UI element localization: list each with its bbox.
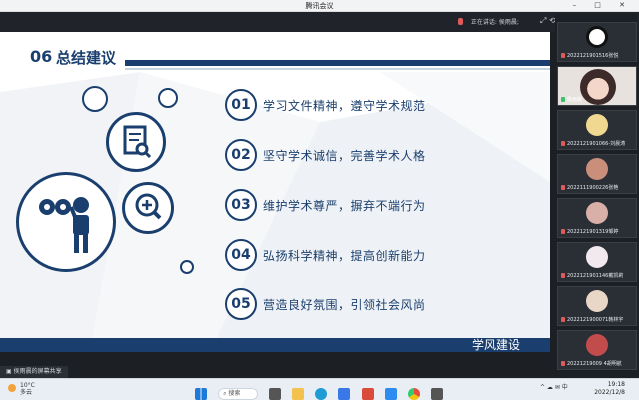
- summary-item-2: 02 坚守学术诚信，完善学术人格: [225, 139, 525, 173]
- item-number: 01: [225, 89, 257, 121]
- participant-name: 2022111900226张艳: [567, 185, 619, 191]
- system-tray[interactable]: ^ ☁ ✉ 中: [540, 382, 568, 391]
- cloud-sun-icon: [8, 384, 16, 392]
- item-text: 弘扬科学精神，提高创新能力: [263, 249, 426, 263]
- decor-ring: [180, 260, 194, 274]
- windows-start-icon[interactable]: [195, 387, 207, 400]
- microphone-icon: [458, 18, 463, 25]
- clock-date: 2022/12/8: [594, 389, 625, 396]
- section-number: 06: [30, 47, 53, 66]
- app-icon[interactable]: [430, 387, 443, 400]
- meeting-top-bar: 正在讲话: 侯雨晨; ⤢ ⟲: [0, 12, 639, 32]
- magnifier-plus-icon: [122, 182, 174, 234]
- item-text: 坚守学术诚信，完善学术人格: [263, 149, 426, 163]
- decor-ring: [82, 86, 108, 112]
- participant-panel[interactable]: 2022121901516张悦 侯雨晨 2022121901066-刘晨涛 20…: [555, 14, 637, 378]
- header-bar: [125, 60, 550, 66]
- slide-header: 06 总结建议: [0, 44, 550, 72]
- participant-name: 2022121901146戴凯莉: [567, 273, 624, 279]
- participant-name: 2022121901319邹婷: [567, 229, 619, 235]
- avatar: [586, 334, 608, 356]
- avatar: [586, 290, 608, 312]
- participant-name: 侯雨晨: [567, 97, 583, 103]
- item-text: 营造良好氛围，引领社会风尚: [263, 298, 426, 312]
- taskbar-clock[interactable]: 19:18 2022/12/8: [594, 381, 625, 397]
- weather-widget[interactable]: 10°C 多云: [8, 382, 35, 396]
- footer-text: 学风建设: [471, 338, 520, 352]
- avatar: [586, 114, 608, 136]
- weather-temp: 10°C: [20, 382, 35, 389]
- meeting-lower-area: [0, 352, 639, 378]
- windows-taskbar: 10°C 多云 ⌕ 搜索 ^ ☁ ✉ 中 19:18 2022/12/8: [0, 378, 639, 400]
- mic-muted-icon: [561, 185, 565, 190]
- share-label-text: 侯雨晨的屏幕共享: [13, 368, 62, 375]
- item-text: 维护学术尊严，摒弃不端行为: [263, 199, 426, 213]
- mic-muted-icon: [561, 361, 565, 366]
- slide-footer: 学风建设: [0, 338, 550, 352]
- participant-name: 2022121901066-刘晨涛: [567, 141, 626, 147]
- speaking-indicator: 正在讲话: 侯雨晨;: [458, 17, 519, 26]
- participant-tile[interactable]: 2022121901146戴凯莉: [557, 242, 637, 282]
- participant-name: 20221219009 4胡明航: [567, 361, 622, 367]
- screen: 腾讯会议 – □ ✕ 正在讲话: 侯雨晨; ⤢ ⟲ 06 总结建议 01 学习文…: [0, 0, 639, 400]
- document-search-icon: [106, 112, 166, 172]
- participant-tile[interactable]: 2022121900071韩林宇: [557, 286, 637, 326]
- window-title: 腾讯会议: [305, 2, 334, 10]
- mic-icon: [561, 97, 565, 102]
- item-number: 02: [225, 139, 257, 171]
- participant-name: 2022121901516张悦: [567, 53, 619, 59]
- participant-video: [580, 69, 616, 105]
- app-icon[interactable]: [361, 387, 374, 400]
- mic-muted-icon: [561, 317, 565, 322]
- header-underline: [125, 68, 550, 70]
- item-number: 05: [225, 288, 257, 320]
- binoculars-person-icon: [16, 172, 116, 272]
- summary-item-3: 03 维护学术尊严，摒弃不端行为: [225, 189, 525, 223]
- item-number: 03: [225, 189, 257, 221]
- participant-tile[interactable]: 2022121901066-刘晨涛: [557, 110, 637, 150]
- window-controls[interactable]: – □ ✕: [573, 1, 633, 9]
- mic-muted-icon: [561, 141, 565, 146]
- avatar: [586, 158, 608, 180]
- speaker-name: 侯雨晨;: [498, 19, 519, 26]
- speaker-prefix: 正在讲话:: [470, 19, 497, 26]
- taskbar-apps: ⌕ 搜索: [195, 383, 449, 400]
- participant-tile[interactable]: 20221219009 4胡明航: [557, 330, 637, 370]
- tencent-meeting-icon[interactable]: [384, 387, 397, 400]
- summary-item-4: 04 弘扬科学精神，提高创新能力: [225, 239, 525, 273]
- file-explorer-icon[interactable]: [292, 387, 305, 400]
- window-titlebar: 腾讯会议 – □ ✕: [0, 0, 639, 12]
- share-icon: ▣: [6, 368, 14, 375]
- summary-item-1: 01 学习文件精神，遵守学术规范: [225, 89, 525, 123]
- weather-desc: 多云: [20, 389, 33, 396]
- participant-tile[interactable]: 2022111900226张艳: [557, 154, 637, 194]
- search-label: 搜索: [228, 389, 241, 397]
- task-view-icon[interactable]: [269, 387, 282, 400]
- clock-time: 19:18: [607, 381, 625, 388]
- avatar: [586, 202, 608, 224]
- taskbar-search[interactable]: ⌕ 搜索: [218, 387, 259, 400]
- mic-muted-icon: [561, 273, 565, 278]
- participant-tile[interactable]: 2022121901319邹婷: [557, 198, 637, 238]
- avatar: [586, 26, 608, 48]
- summary-item-5: 05 营造良好氛围，引领社会风尚: [225, 288, 525, 322]
- avatar: [586, 246, 608, 268]
- decor-ring: [158, 88, 178, 108]
- item-text: 学习文件精神，遵守学术规范: [263, 99, 426, 113]
- screen-share-label[interactable]: ▣ 侯雨晨的屏幕共享: [0, 366, 68, 378]
- store-icon[interactable]: [338, 387, 351, 400]
- item-number: 04: [225, 239, 257, 271]
- participant-tile[interactable]: 2022121901516张悦: [557, 22, 637, 62]
- view-tools[interactable]: ⤢ ⟲: [540, 16, 556, 26]
- section-title: 总结建议: [56, 49, 117, 67]
- shared-slide: 06 总结建议 01 学习文件精神，遵守学术规范 02 坚守学术诚信，完善学术人…: [0, 32, 550, 352]
- mic-muted-icon: [561, 53, 565, 58]
- participant-tile[interactable]: 侯雨晨: [557, 66, 637, 106]
- chrome-icon[interactable]: [407, 387, 420, 400]
- edge-browser-icon[interactable]: [315, 387, 328, 400]
- mic-muted-icon: [561, 229, 565, 234]
- participant-name: 2022121900071韩林宇: [567, 317, 624, 323]
